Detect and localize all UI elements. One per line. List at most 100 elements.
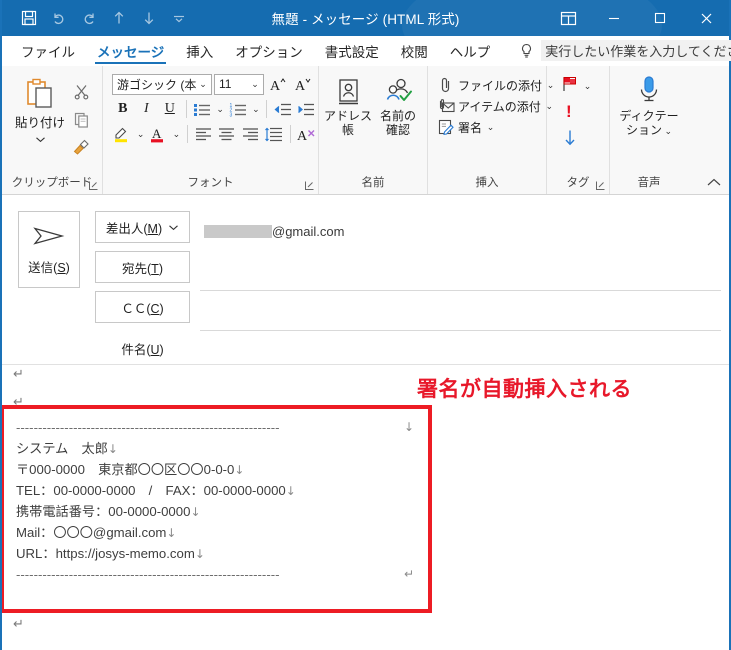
- signature-tel-fax: TEL：00-0000-0000 / FAX：00-0000-0000: [16, 483, 286, 498]
- font-dialog-launcher-icon[interactable]: [305, 181, 314, 190]
- close-icon[interactable]: [683, 0, 729, 36]
- tab-help[interactable]: ヘルプ: [439, 36, 502, 65]
- tab-insert[interactable]: 挿入: [175, 36, 224, 65]
- chevron-down-icon[interactable]: ⌄: [485, 122, 496, 133]
- align-right-button[interactable]: [240, 123, 262, 145]
- to-button-label: 宛先(T): [122, 258, 163, 277]
- signature-divider-bottom-line: ----------------------------------------…: [16, 564, 428, 585]
- line-break-mark: ↓: [194, 547, 205, 561]
- high-importance-button[interactable]: !: [560, 100, 580, 126]
- chevron-down-icon[interactable]: ⌄: [197, 79, 209, 90]
- format-painter-icon[interactable]: [69, 135, 93, 159]
- to-button[interactable]: 宛先(T): [95, 251, 190, 283]
- from-label-suffix: ): [157, 221, 163, 236]
- send-label-suffix: ): [65, 260, 70, 275]
- to-label-accel: T: [151, 261, 159, 276]
- copy-icon[interactable]: [69, 107, 93, 131]
- italic-button[interactable]: I: [136, 98, 158, 120]
- font-size-value: 11: [219, 77, 232, 91]
- attach-item-button[interactable]: アイテムの添付 ⌄: [437, 97, 556, 115]
- subject-label-accel: U: [150, 342, 160, 357]
- low-importance-button[interactable]: [560, 127, 580, 153]
- cc-input[interactable]: [200, 291, 721, 331]
- tab-review[interactable]: 校閲: [390, 36, 439, 65]
- from-button[interactable]: 差出人(M): [95, 211, 190, 243]
- collapse-ribbon-icon[interactable]: [707, 176, 721, 190]
- subject-input[interactable]: [200, 337, 721, 359]
- svg-text:A: A: [297, 129, 308, 143]
- to-input[interactable]: [200, 251, 721, 291]
- attach-file-button[interactable]: ファイルの添付 ⌄: [437, 76, 556, 94]
- increase-indent-button[interactable]: [296, 98, 318, 120]
- redacted-address-bar: [204, 224, 272, 238]
- signature-tel-line: TEL：00-0000-0000 / FAX：00-0000-0000↓: [16, 480, 428, 501]
- shrink-font-button[interactable]: A: [291, 73, 314, 95]
- tags-dialog-launcher-icon[interactable]: [596, 181, 605, 190]
- send-button[interactable]: 送信(S): [18, 211, 80, 288]
- align-center-button[interactable]: [216, 123, 238, 145]
- chevron-down-icon[interactable]: [35, 130, 46, 148]
- signature-address: 〒000-0000 東京都〇〇区〇〇0-0-0: [16, 462, 235, 477]
- message-body[interactable]: ↵ ↵ 署名が自動挿入される -------------------------…: [2, 365, 729, 650]
- ribbon-group-names: アドレス帳 名前の 確認 名前: [318, 66, 427, 194]
- bold-button[interactable]: B: [112, 98, 134, 120]
- chevron-down-icon[interactable]: ⌄: [662, 126, 672, 136]
- line-spacing-button[interactable]: [263, 123, 285, 145]
- tell-me-box[interactable]: 実行したい作業を入力してください: [517, 36, 731, 65]
- to-row: 宛先(T): [95, 251, 721, 291]
- save-icon[interactable]: [14, 3, 44, 33]
- tab-file[interactable]: ファイル: [10, 36, 86, 65]
- arrow-up-icon[interactable]: [104, 3, 134, 33]
- paste-button[interactable]: 貼り付け: [13, 73, 67, 148]
- chevron-down-icon[interactable]: [168, 220, 179, 234]
- ribbon-group-label-voice: 音声: [637, 177, 661, 189]
- follow-up-button[interactable]: ⌄: [560, 73, 593, 99]
- tab-format-text[interactable]: 書式設定: [314, 36, 390, 65]
- chevron-down-icon[interactable]: ⌄: [249, 79, 261, 90]
- chevron-down-icon[interactable]: [164, 3, 194, 33]
- font-color-button[interactable]: A: [148, 123, 170, 145]
- clipboard-dialog-launcher-icon[interactable]: [89, 181, 98, 190]
- font-name-combo[interactable]: 游ゴシック (本文の: ⌄: [112, 73, 212, 95]
- paragraph-mark: ↵: [13, 367, 24, 382]
- grow-font-button[interactable]: A: [266, 73, 289, 95]
- chevron-down-icon[interactable]: ⌄: [251, 104, 261, 115]
- check-names-button[interactable]: 名前の 確認: [374, 77, 422, 137]
- from-value[interactable]: @gmail.com: [200, 211, 721, 251]
- decrease-indent-button[interactable]: [272, 98, 294, 120]
- cut-scissors-icon[interactable]: [69, 79, 93, 103]
- lightbulb-icon: [517, 42, 535, 60]
- arrow-down-icon[interactable]: [134, 3, 164, 33]
- ribbon-display-options-icon[interactable]: [545, 0, 591, 36]
- address-book-button[interactable]: アドレス帳: [324, 77, 372, 137]
- underline-button[interactable]: U: [159, 98, 181, 120]
- ribbon: 貼り付け クリップボード 游ゴシック (本 ⌄ 11 ⌄ A A B I U ⌄…: [2, 66, 729, 195]
- dictate-button[interactable]: ディクテー ション ⌄: [617, 76, 681, 138]
- undo-icon[interactable]: [44, 3, 74, 33]
- tab-message[interactable]: メッセージ: [86, 36, 175, 65]
- redo-icon[interactable]: [74, 3, 104, 33]
- signature-button[interactable]: 署名 ⌄: [437, 118, 556, 136]
- bullets-button[interactable]: [191, 98, 213, 120]
- cc-row: ＣＣ(C): [95, 291, 721, 331]
- chevron-down-icon[interactable]: ⌄: [215, 104, 225, 115]
- numbering-button[interactable]: 1 2 3: [227, 98, 249, 120]
- check-names-label-line2: 確認: [385, 123, 410, 137]
- cc-button[interactable]: ＣＣ(C): [95, 291, 190, 323]
- paste-icon: [24, 77, 56, 111]
- font-size-combo[interactable]: 11 ⌄: [214, 73, 264, 95]
- signature-url-line: URL：https://josys-memo.com↓: [16, 543, 428, 564]
- attach-item-icon: [437, 97, 455, 115]
- clear-formatting-button[interactable]: A: [296, 123, 318, 145]
- minimize-icon[interactable]: [591, 0, 637, 36]
- text-highlight-color-button[interactable]: [112, 123, 134, 145]
- maximize-icon[interactable]: [637, 0, 683, 36]
- chevron-down-icon[interactable]: ⌄: [582, 81, 593, 92]
- align-left-button[interactable]: [193, 123, 215, 145]
- signature-divider-top-line: ----------------------------------------…: [16, 417, 428, 438]
- chevron-down-icon[interactable]: ⌄: [136, 129, 146, 140]
- tell-me-input[interactable]: 実行したい作業を入力してください: [541, 40, 731, 61]
- send-label-accel: S: [57, 260, 66, 275]
- tab-options[interactable]: オプション: [224, 36, 314, 65]
- chevron-down-icon[interactable]: ⌄: [171, 129, 181, 140]
